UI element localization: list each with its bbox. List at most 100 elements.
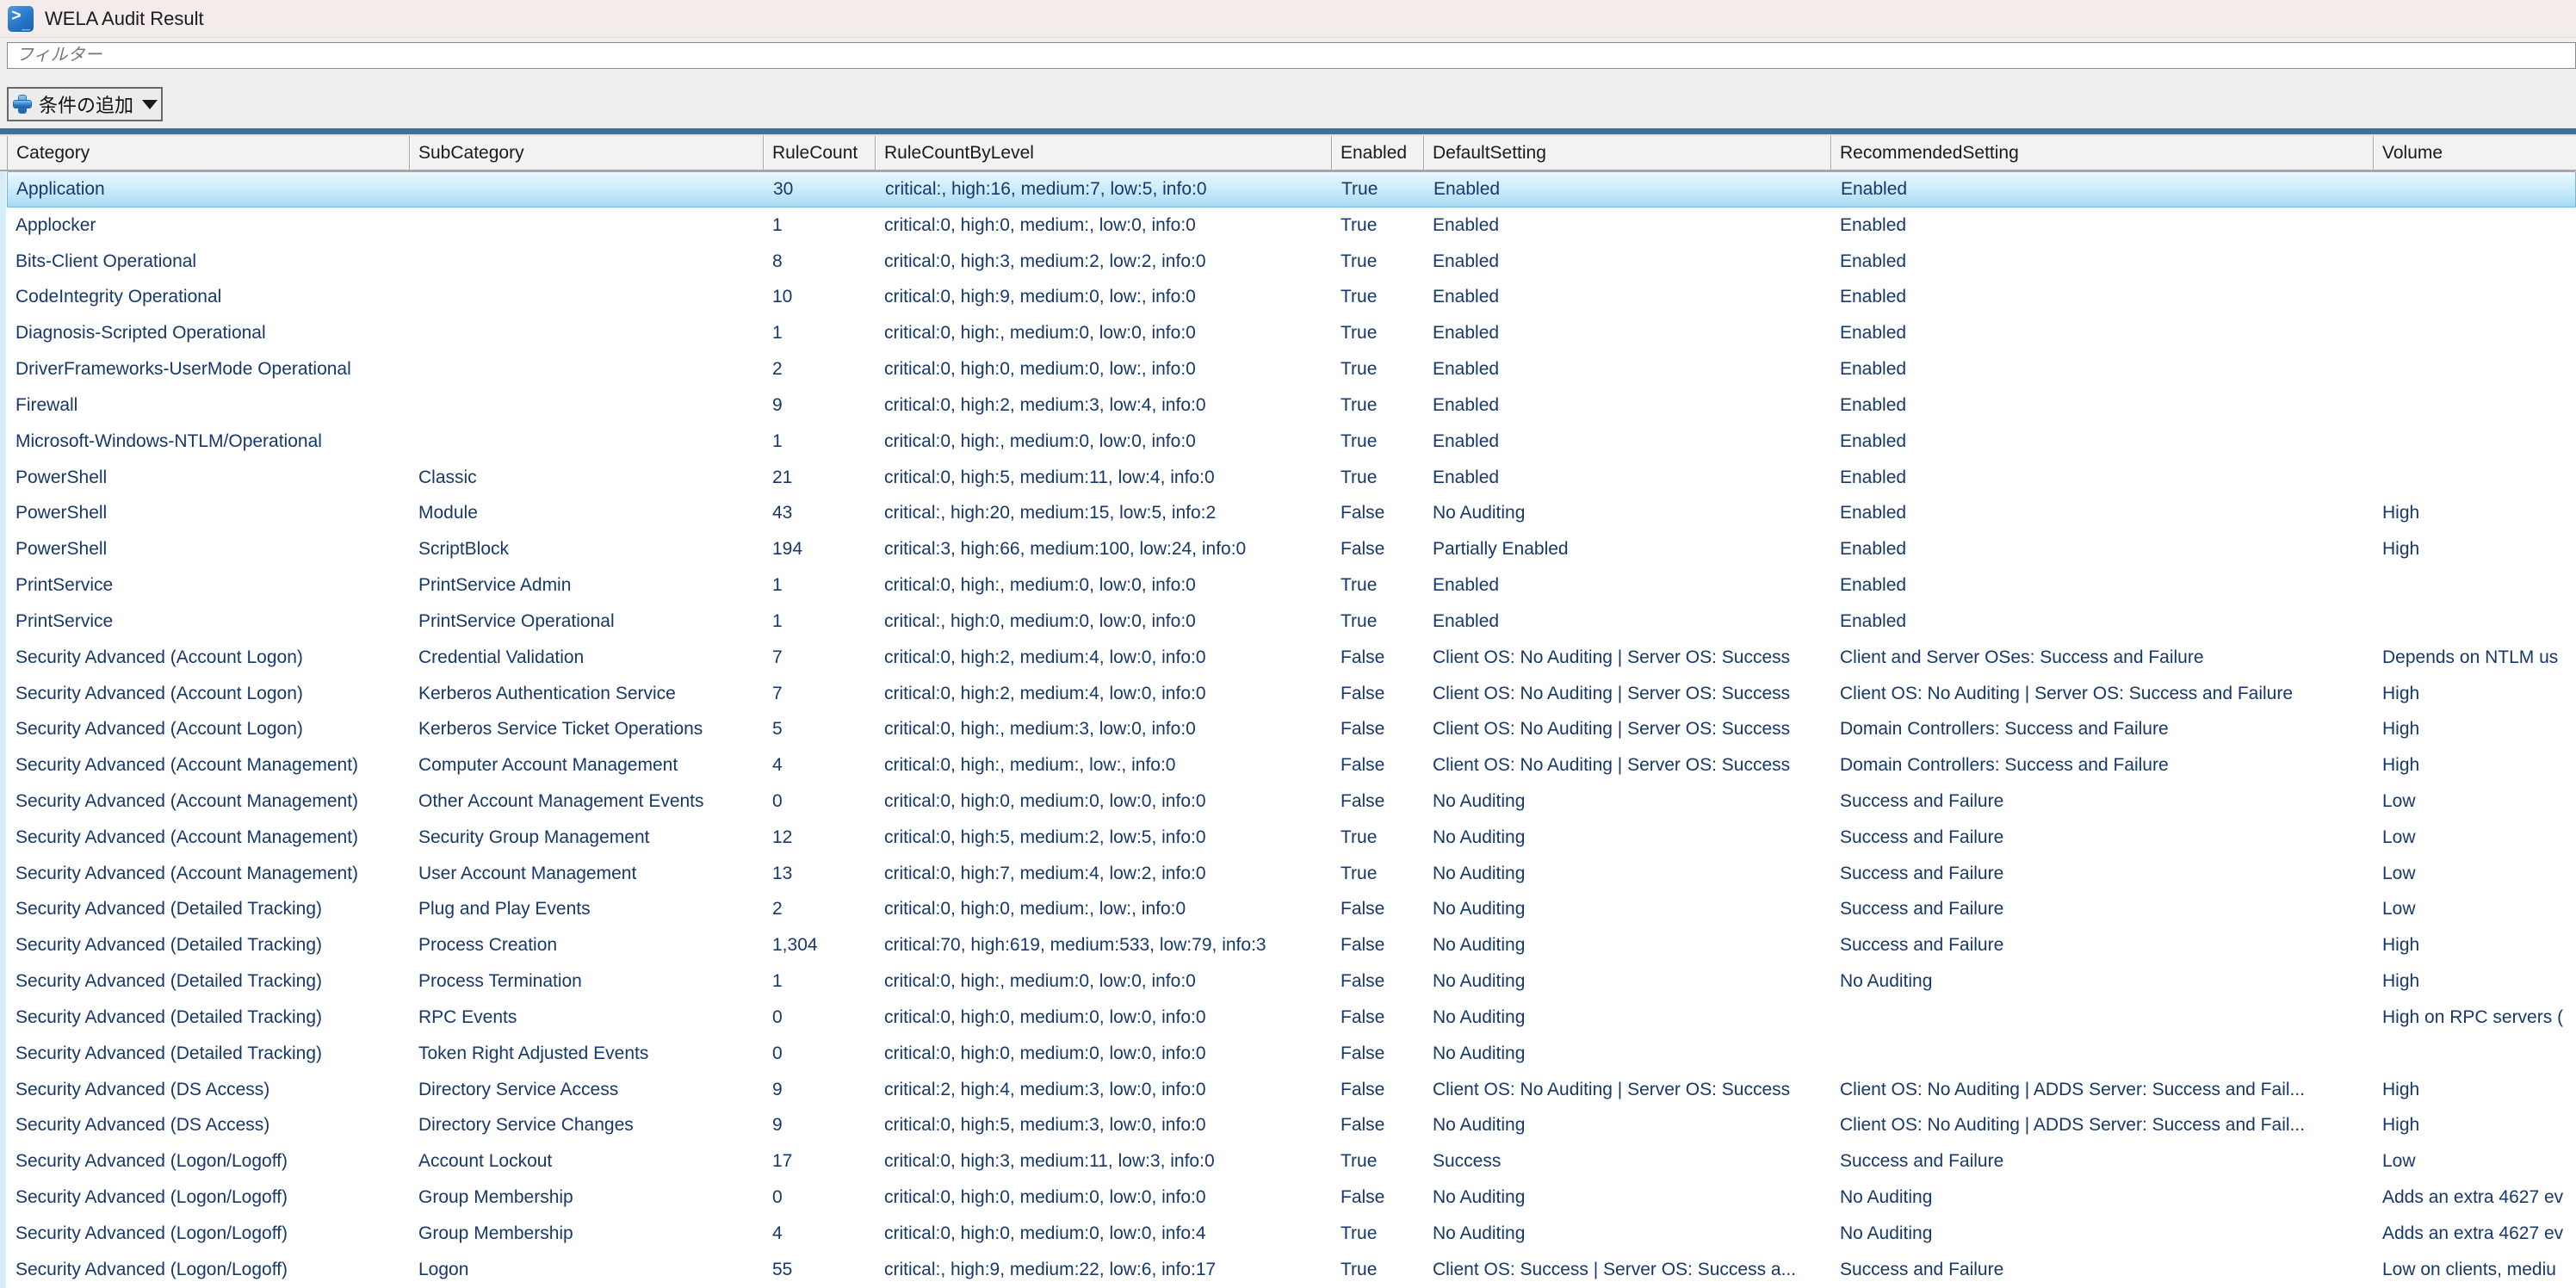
cell-rule_count: 7 (764, 647, 876, 668)
table-row[interactable]: Security Advanced (DS Access)Directory S… (7, 1108, 2576, 1144)
table-row[interactable]: Firewall9critical:0, high:2, medium:3, l… (7, 387, 2576, 424)
column-header-category[interactable]: Category (7, 136, 410, 170)
table-row[interactable]: PrintServicePrintService Admin1critical:… (7, 567, 2576, 604)
column-header-rule_count_by_level[interactable]: RuleCountByLevel (876, 136, 1332, 170)
column-header-volume[interactable]: Volume (2374, 136, 2576, 170)
cell-category: Bits-Client Operational (7, 251, 410, 272)
cell-volume: High (2374, 503, 2576, 523)
cell-volume: High (2374, 539, 2576, 560)
table-row[interactable]: Microsoft-Windows-NTLM/Operational1criti… (7, 424, 2576, 460)
cell-default_setting: No Auditing (1424, 1223, 1831, 1244)
table-row[interactable]: Security Advanced (Account Logon)Kerbero… (7, 676, 2576, 712)
table-row[interactable]: PowerShellScriptBlock194critical:3, high… (7, 531, 2576, 567)
cell-category: Security Advanced (Account Management) (7, 864, 410, 884)
table-row[interactable]: Security Advanced (Account Logon)Kerbero… (7, 711, 2576, 747)
cell-recommended_setting: Client OS: No Auditing | Server OS: Succ… (1831, 684, 2374, 704)
cell-rule_count_by_level: critical:0, high:2, medium:4, low:0, inf… (876, 647, 1332, 668)
cell-category: Security Advanced (Account Management) (7, 791, 410, 812)
cell-rule_count: 2 (764, 359, 876, 380)
cell-volume: Low on clients, mediu (2374, 1260, 2576, 1280)
cell-category: Security Advanced (Logon/Logoff) (7, 1223, 410, 1244)
cell-recommended_setting: Enabled (1831, 359, 2374, 380)
add-criteria-button[interactable]: 条件の追加 (7, 87, 163, 121)
powershell-icon-underscore: _ (22, 15, 30, 33)
column-header-enabled[interactable]: Enabled (1332, 136, 1424, 170)
cell-enabled: True (1332, 431, 1424, 452)
column-header-rule_count[interactable]: RuleCount (764, 136, 876, 170)
table-row[interactable]: Security Advanced (DS Access)Directory S… (7, 1072, 2576, 1108)
cell-volume: High (2374, 684, 2576, 704)
cell-default_setting: No Auditing (1424, 899, 1831, 920)
table-row[interactable]: PowerShellModule43critical:, high:20, me… (7, 495, 2576, 531)
cell-rule_count: 1 (764, 575, 876, 596)
table-row[interactable]: Security Advanced (Account Management)Ot… (7, 783, 2576, 820)
cell-enabled: True (1332, 575, 1424, 596)
cell-rule_count_by_level: critical:3, high:66, medium:100, low:24,… (876, 539, 1332, 560)
table-row[interactable]: Security Advanced (Detailed Tracking)Plu… (7, 892, 2576, 928)
table-row[interactable]: Security Advanced (Logon/Logoff)Group Me… (7, 1180, 2576, 1216)
cell-rule_count: 8 (764, 251, 876, 272)
cell-category: Application (8, 179, 411, 200)
cell-enabled: False (1332, 791, 1424, 812)
table-row[interactable]: Security Advanced (Account Management)Co… (7, 747, 2576, 783)
cell-default_setting: Client OS: No Auditing | Server OS: Succ… (1424, 755, 1831, 776)
filter-input[interactable] (7, 42, 2576, 69)
cell-rule_count: 2 (764, 899, 876, 920)
table-row[interactable]: Security Advanced (Logon/Logoff)Group Me… (7, 1216, 2576, 1252)
table-row[interactable]: Security Advanced (Account Logon)Credent… (7, 640, 2576, 676)
cell-category: Applocker (7, 215, 410, 236)
cell-rule_count_by_level: critical:0, high:9, medium:0, low:, info… (876, 287, 1332, 307)
cell-default_setting: Enabled (1424, 323, 1831, 344)
cell-enabled: True (1332, 215, 1424, 236)
table-row[interactable]: Applocker1critical:0, high:0, medium:, l… (7, 207, 2576, 244)
cell-subcategory: Credential Validation (410, 647, 764, 668)
cell-rule_count_by_level: critical:0, high:5, medium:3, low:0, inf… (876, 1115, 1332, 1136)
cell-category: Security Advanced (Detailed Tracking) (7, 1043, 410, 1064)
left-edge-strip (0, 171, 6, 1288)
cell-default_setting: No Auditing (1424, 791, 1831, 812)
cell-rule_count_by_level: critical:0, high:0, medium:0, low:0, inf… (876, 1007, 1332, 1028)
cell-category: Diagnosis-Scripted Operational (7, 323, 410, 344)
cell-rule_count_by_level: critical:2, high:4, medium:3, low:0, inf… (876, 1080, 1332, 1100)
table-row[interactable]: Diagnosis-Scripted Operational1critical:… (7, 315, 2576, 351)
table-row[interactable]: Security Advanced (Detailed Tracking)RPC… (7, 1000, 2576, 1036)
cell-volume: High (2374, 935, 2576, 956)
cell-rule_count_by_level: critical:70, high:619, medium:533, low:7… (876, 935, 1332, 956)
table-row[interactable]: Application30critical:, high:16, medium:… (7, 171, 2576, 207)
column-header-default_setting[interactable]: DefaultSetting (1424, 136, 1831, 170)
cell-recommended_setting: Enabled (1831, 611, 2374, 632)
cell-volume: High on RPC servers ( (2374, 1007, 2576, 1028)
cell-volume: Low (2374, 827, 2576, 848)
cell-rule_count: 43 (764, 503, 876, 523)
table-row[interactable]: Security Advanced (Detailed Tracking)Pro… (7, 963, 2576, 1000)
cell-enabled: True (1332, 1151, 1424, 1172)
cell-category: Security Advanced (Logon/Logoff) (7, 1151, 410, 1172)
column-header-recommended_setting[interactable]: RecommendedSetting (1831, 136, 2374, 170)
table-row[interactable]: PowerShellClassic21critical:0, high:5, m… (7, 460, 2576, 496)
cell-volume: High (2374, 1115, 2576, 1136)
cell-rule_count: 1 (764, 215, 876, 236)
table-row[interactable]: DriverFrameworks-UserMode Operational2cr… (7, 351, 2576, 387)
cell-rule_count_by_level: critical:0, high:, medium:0, low:0, info… (876, 971, 1332, 992)
cell-rule_count: 1 (764, 431, 876, 452)
cell-default_setting: Partially Enabled (1424, 539, 1831, 560)
table-row[interactable]: CodeIntegrity Operational10critical:0, h… (7, 279, 2576, 315)
column-header-subcategory[interactable]: SubCategory (410, 136, 764, 170)
table-row[interactable]: Security Advanced (Account Management)Se… (7, 820, 2576, 856)
cell-recommended_setting: Enabled (1831, 215, 2374, 236)
cell-default_setting: No Auditing (1424, 1187, 1831, 1208)
cell-rule_count_by_level: critical:0, high:, medium:0, low:0, info… (876, 575, 1332, 596)
cell-rule_count_by_level: critical:, high:16, medium:7, low:5, inf… (876, 179, 1333, 200)
table-row[interactable]: Security Advanced (Detailed Tracking)Tok… (7, 1036, 2576, 1072)
cell-subcategory: User Account Management (410, 864, 764, 884)
table-row[interactable]: Security Advanced (Logon/Logoff)Logon55c… (7, 1252, 2576, 1288)
table-row[interactable]: Security Advanced (Account Management)Us… (7, 856, 2576, 892)
table-row[interactable]: Security Advanced (Logon/Logoff)Account … (7, 1143, 2576, 1180)
table-row[interactable]: Bits-Client Operational8critical:0, high… (7, 244, 2576, 280)
cell-rule_count_by_level: critical:0, high:, medium:3, low:0, info… (876, 719, 1332, 740)
cell-rule_count_by_level: critical:0, high:0, medium:, low:, info:… (876, 899, 1332, 920)
cell-default_setting: Enabled (1424, 251, 1831, 272)
table-row[interactable]: Security Advanced (Detailed Tracking)Pro… (7, 927, 2576, 963)
table-row[interactable]: PrintServicePrintService Operational1cri… (7, 604, 2576, 640)
cell-recommended_setting: Enabled (1831, 287, 2374, 307)
